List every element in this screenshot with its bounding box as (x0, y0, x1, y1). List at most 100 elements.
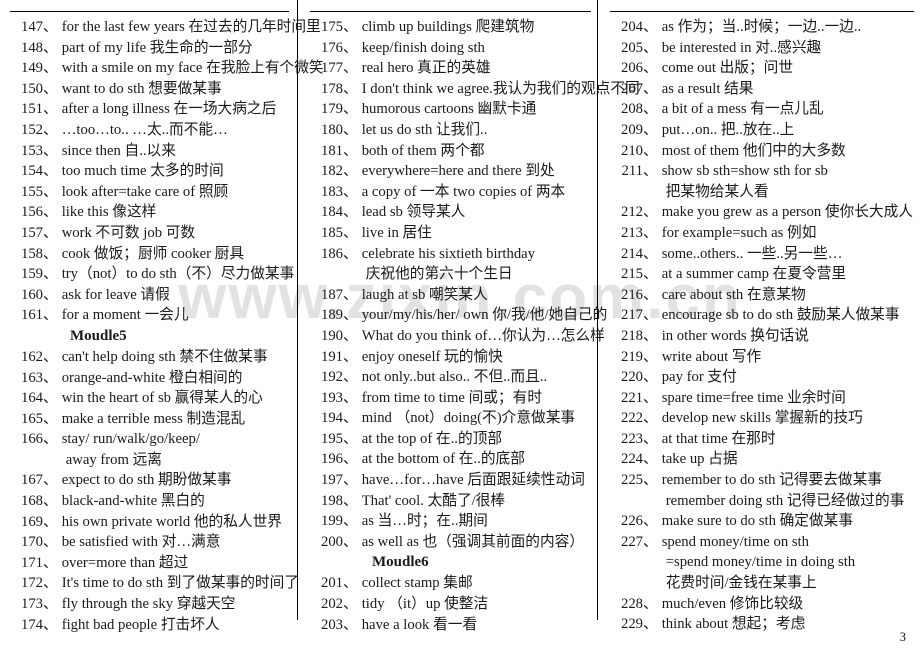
entry-text: have a look 看一看 (361, 616, 478, 633)
page-number: 3 (899, 630, 906, 644)
entry-separator: 、 (43, 142, 58, 159)
entry-separator: 、 (343, 327, 358, 344)
entry-separator: 、 (343, 616, 358, 633)
entry-separator: 、 (43, 286, 58, 303)
entry-row: 202、 tidy （it）up 使整洁 (310, 594, 591, 615)
entry-number: 210 (620, 142, 643, 159)
entry-row: 170、 be satisfied with 对…满意 (10, 532, 291, 553)
entry-number: 164 (20, 390, 43, 407)
entry-continuation-line: 、花费时间/金钱在某事上 (610, 573, 914, 594)
entry-number: 173 (20, 596, 43, 613)
entry-separator: 、 (43, 245, 58, 262)
entry-number: 161 (20, 307, 43, 324)
entry-text: tidy （it）up 使整洁 (361, 596, 489, 613)
entry-text: make sure to do sth 确定做某事 (661, 513, 854, 530)
entry-row: 191、 enjoy oneself 玩的愉快 (310, 347, 591, 368)
entry-number: 155 (20, 183, 43, 200)
entry-text: at the top of 在..的顶部 (361, 430, 503, 447)
entry-number: 147 (20, 19, 43, 35)
module-heading: Moudle5 (70, 327, 127, 344)
entry-number: 175 (320, 19, 343, 35)
entry-row: 173、 fly through the sky 穿越天空 (10, 594, 291, 615)
entry-number: 192 (320, 369, 343, 386)
entry-text: celebrate his sixtieth birthday (361, 245, 536, 262)
entry-row: 180、 let us do sth 让我们.. (310, 120, 591, 141)
entry-number: 222 (620, 410, 643, 427)
entry-number: 179 (320, 101, 343, 118)
entry-number: 170 (20, 534, 43, 551)
entry-number: 184 (320, 204, 343, 221)
entry-row: 155、 look after=take care of 照顾 (10, 182, 291, 203)
entry-number: 151 (20, 101, 43, 118)
entry-separator: 、 (643, 39, 658, 56)
entry-number: 190 (320, 327, 343, 344)
entry-separator: 、 (343, 533, 358, 550)
entry-separator: 、 (343, 204, 358, 221)
entry-number: 169 (20, 513, 43, 530)
columns-container: 147、 for the last few years 在过去的几年时间里 148、… (0, 0, 920, 633)
entry-text: at the bottom of 在..的底部 (361, 451, 525, 468)
entry-separator: 、 (343, 307, 358, 324)
entry-text: It's time to do sth 到了做某事的时间了 (61, 575, 299, 592)
entry-number: 204 (620, 19, 643, 35)
entry-text: like this 像这样 (61, 204, 157, 221)
entry-separator: 、 (43, 513, 58, 530)
entry-row: 163、 orange-and-white 橙白相间的 (10, 368, 291, 389)
entry-number: 207 (620, 80, 643, 97)
entry-text: black-and-white 黑白的 (61, 493, 205, 510)
entry-number: 182 (320, 163, 343, 180)
entry-number: 218 (620, 327, 643, 344)
entry-separator: 、 (643, 142, 658, 159)
entry-separator: 、 (643, 389, 658, 406)
entry-row: 148、 part of my life 我生命的一部分 (10, 38, 291, 59)
entry-row: 149、 with a smile on my face 在我脸上有个微笑 (10, 58, 324, 79)
entry-number: 167 (20, 472, 43, 489)
entry-number: 227 (620, 533, 643, 550)
entry-text: try（not）to do sth（不）尽力做某事 (61, 266, 295, 283)
entry-number: 158 (20, 245, 43, 262)
entry-row: 176、 keep/finish doing sth (310, 38, 591, 59)
entry-number: 219 (620, 348, 643, 365)
entry-row: 151、 after a long illness 在一场大病之后 (10, 99, 291, 120)
entry-row: 214、 some..others.. 一些..另一些… (610, 244, 914, 265)
entry-number: 209 (620, 121, 643, 138)
entry-number: 153 (20, 142, 43, 159)
entry-number: 154 (20, 163, 43, 180)
entry-number: 196 (320, 451, 343, 468)
entry-text: after a long illness 在一场大病之后 (61, 101, 277, 118)
entry-text: make you grew as a person 使你长大成人 (661, 204, 913, 221)
entry-separator: 、 (43, 369, 58, 386)
entry-row: 217、 encourage sb to do sth 鼓励某人做某事 (610, 305, 914, 326)
entry-number: 211 (621, 163, 644, 180)
entry-number: 214 (620, 245, 643, 262)
entry-separator: 、 (43, 575, 58, 592)
entry-row: 152、 …too…to.. …太..而不能… (10, 120, 291, 141)
entry-text: laugh at sb 嘲笑某人 (361, 286, 488, 303)
entry-row: 205、 be interested in 对..感兴趣 (610, 38, 914, 59)
entry-separator: 、 (43, 224, 58, 241)
entry-text: That' cool. 太酷了/很棒 (361, 492, 506, 509)
entry-row: 203、 have a look 看一看 (310, 615, 591, 636)
entry-text: have…for…have 后面跟延续性动词 (361, 472, 585, 489)
entry-row: 199、 as 当…时；在..期间 (310, 511, 591, 532)
entry-row: 208、 a bit of a mess 有一点儿乱 (610, 99, 914, 120)
entry-row: 229、 think about 想起；考虑 (610, 614, 914, 635)
entry-separator: 、 (643, 513, 658, 530)
entry-row: 177、 real hero 真正的英雄 (310, 58, 591, 79)
entry-separator: 、 (43, 616, 58, 633)
entry-number: 148 (20, 39, 43, 56)
entry-text: part of my life 我生命的一部分 (61, 39, 253, 56)
entry-row: 153、 since then 自..以来 (10, 141, 291, 162)
entry-text: climb up buildings 爬建筑物 (361, 19, 535, 35)
entry-number: 195 (320, 430, 343, 447)
entry-number: 202 (320, 596, 343, 613)
entry-number: 229 (620, 616, 643, 633)
column-3: 204、 as 作为；当..时候；一边..一边.. 205、 be intereste… (597, 0, 920, 632)
entry-separator: 、 (643, 369, 658, 386)
entry-text: not only..but also.. 不但..而且.. (361, 369, 548, 386)
entry-number: 181 (320, 142, 343, 159)
entry-row: 182、 everywhere=here and there 到处 (310, 161, 591, 182)
entry-row: 218、 in other words 换句话说 (610, 326, 914, 347)
entry-text: care about sth 在意某物 (661, 286, 806, 303)
entry-text: look after=take care of 照顾 (61, 183, 229, 200)
